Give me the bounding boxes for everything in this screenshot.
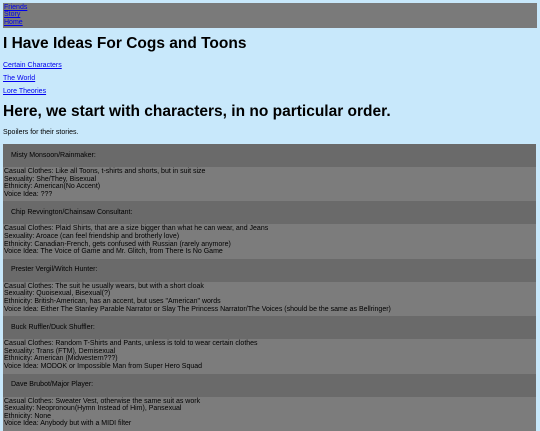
character-list: Misty Monsoon/Rainmaker: Casual Clothes:…: [3, 144, 536, 431]
character-card: Misty Monsoon/Rainmaker: Casual Clothes:…: [3, 144, 536, 202]
character-name: Prester Vergil/Witch Hunter:: [3, 258, 536, 282]
character-detail-line: Voice Idea: Either The Stanley Parable N…: [4, 305, 391, 313]
character-card: Dave Brubot/Major Player: Casual Clothes…: [3, 373, 536, 431]
nav-link-story[interactable]: Story: [4, 11, 536, 18]
character-detail-line: Ethnicity: None: [4, 412, 52, 420]
character-detail-line: Sexuality: Aroace (can feel friendship a…: [4, 232, 180, 240]
nav-link-friends[interactable]: Friends: [4, 4, 536, 11]
character-detail-line: Voice Idea: MODOK or Impossible Man from…: [4, 362, 203, 370]
character-card: Prester Vergil/Witch Hunter: Casual Clot…: [3, 258, 536, 317]
link-the-world[interactable]: The World: [3, 75, 35, 83]
link-certain-characters[interactable]: Certain Characters: [3, 62, 62, 70]
character-detail-line: Ethnicity: American (Midwestern???): [4, 355, 118, 363]
character-detail-line: Sexuality: Quoisexual, Bisexual(?): [4, 290, 111, 298]
character-detail-line: Casual Clothes: Sweater Vest, otherwise …: [4, 397, 201, 405]
character-details: Casual Clothes: The suit he usually wear…: [3, 281, 536, 317]
character-details: Casual Clothes: Like all Toons, t-shirts…: [3, 167, 536, 202]
character-detail-line: Voice Idea: Anybody but with a MIDI filt…: [4, 420, 132, 428]
character-detail-line: Casual Clothes: Plaid Shirts, that are a…: [4, 225, 269, 233]
character-detail-line: Casual Clothes: Like all Toons, t-shirts…: [4, 168, 206, 175]
character-name: Misty Monsoon/Rainmaker:: [3, 144, 536, 167]
intro-text: Spoilers for their stories.: [3, 129, 79, 136]
page-title: I Have Ideas For Cogs and Toons: [3, 35, 247, 52]
top-nav: Friends Story Home: [3, 3, 537, 29]
character-details: Casual Clothes: Plaid Shirts, that are a…: [3, 224, 536, 259]
character-card: Chip Revvington/Chainsaw Consultant: Cas…: [3, 201, 536, 259]
section-heading: Here, we start with characters, in no pa…: [3, 103, 391, 120]
character-detail-line: Ethnicity: Canadian-French, gets confuse…: [4, 240, 231, 248]
character-name: Dave Brubot/Major Player:: [3, 373, 536, 397]
character-card: Buck Ruffler/Duck Shuffler: Casual Cloth…: [3, 316, 536, 374]
character-name: Chip Revvington/Chainsaw Consultant:: [3, 201, 536, 225]
character-detail-line: Casual Clothes: Random T-Shirts and Pant…: [4, 340, 258, 348]
character-name: Buck Ruffler/Duck Shuffler:: [3, 316, 536, 340]
character-detail-line: Voice Idea: The Voice of Game and Mr. Gl…: [4, 248, 223, 256]
link-lore-theories[interactable]: Lore Theories: [3, 88, 46, 96]
character-detail-line: Ethnicity: American(No Accent): [4, 183, 101, 191]
character-details: Casual Clothes: Sweater Vest, otherwise …: [3, 396, 536, 431]
character-detail-line: Ethnicity: British-American, has an acce…: [4, 297, 221, 305]
character-detail-line: Sexuality: She/They, Bisexual: [4, 175, 97, 183]
character-detail-line: Voice Idea: ???: [4, 190, 53, 198]
character-details: Casual Clothes: Random T-Shirts and Pant…: [3, 339, 536, 374]
character-detail-line: Sexuality: Neopronoun(Hymn Instead of Hi…: [4, 405, 182, 413]
character-detail-line: Casual Clothes: The suit he usually wear…: [4, 282, 204, 290]
character-detail-line: Sexuality: Trans (FTM), Demisexual: [4, 347, 116, 355]
nav-link-home[interactable]: Home: [4, 19, 536, 26]
